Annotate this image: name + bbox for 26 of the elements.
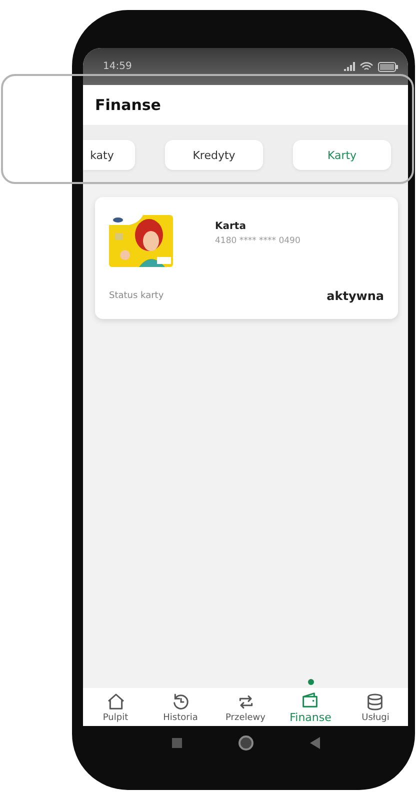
nav-tab[interactable]: Pulpit	[100, 692, 130, 722]
nav-tab[interactable]: Historia	[161, 692, 200, 722]
status-time: 14:59	[103, 61, 132, 72]
signal-icon	[343, 62, 355, 72]
nav-tab[interactable]: Usługi	[360, 692, 392, 722]
nav-tab[interactable]: Przelewy	[224, 692, 268, 722]
tab[interactable]: Karty	[293, 140, 391, 170]
tab[interactable]: Kredyty	[165, 140, 263, 170]
status-value: aktywna	[326, 289, 384, 303]
battery-icon	[378, 62, 398, 72]
card-number: 4180 **** **** 0490	[215, 236, 300, 246]
wallet-icon	[300, 690, 320, 710]
active-indicator	[308, 679, 314, 685]
card-panel[interactable]: Karta 4180 **** **** 0490 Status karty aktywna	[95, 197, 398, 319]
home-button-icon[interactable]	[238, 735, 254, 751]
tab[interactable]: katy	[83, 140, 135, 170]
back-icon[interactable]	[310, 737, 320, 749]
home-icon	[106, 692, 126, 712]
page-title: Finanse	[83, 85, 408, 125]
card-name: Karta	[215, 221, 247, 232]
database-icon	[365, 692, 386, 712]
recents-icon[interactable]	[172, 738, 182, 748]
wifi-icon	[360, 62, 373, 72]
status-label: Status karty	[109, 291, 164, 301]
history-icon	[170, 692, 190, 712]
nav-tab[interactable]: Finanse	[288, 690, 334, 724]
